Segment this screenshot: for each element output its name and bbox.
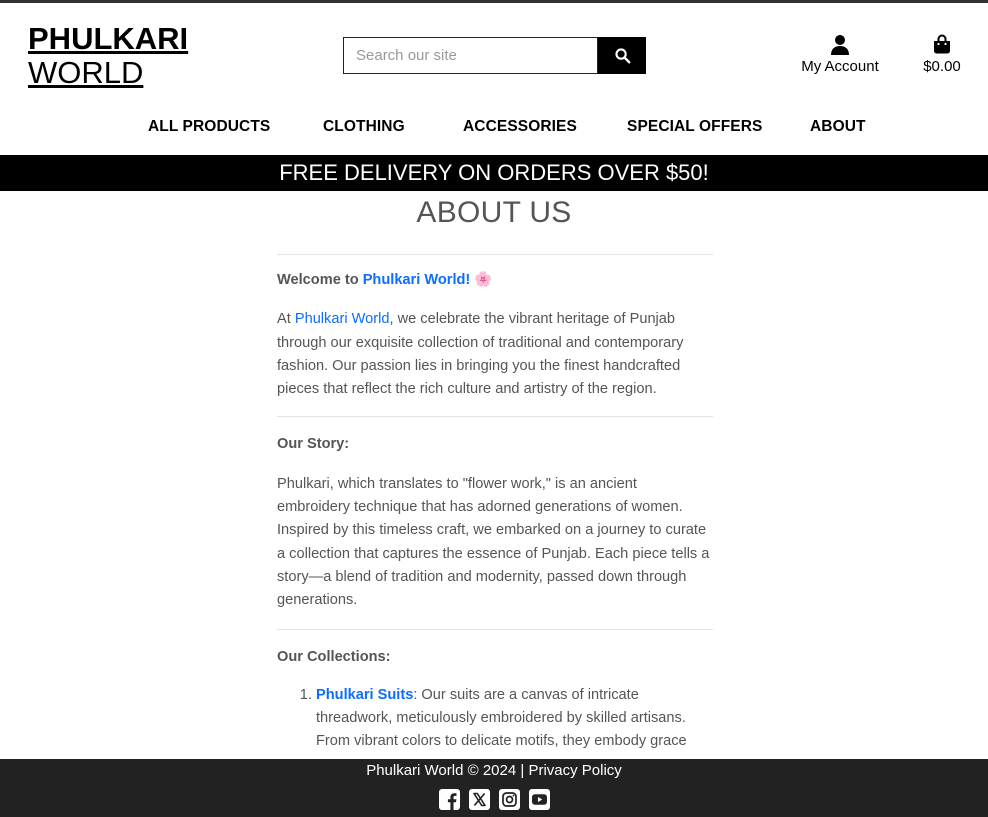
free-delivery-banner: FREE DELIVERY ON ORDERS OVER $50! [0,155,988,191]
logo-line-1: PHULKARI [28,21,189,56]
youtube-icon[interactable] [528,789,550,810]
welcome-prefix: Welcome to [277,272,363,288]
page-title: ABOUT US [416,196,572,229]
search-button[interactable] [598,37,646,74]
footer-separator: | [516,762,529,779]
social-links [0,789,988,810]
search-input[interactable] [343,37,598,74]
intro-link[interactable]: Phulkari World [295,311,390,327]
collection-link[interactable]: Phulkari Suits [316,687,413,703]
intro-paragraph: At Phulkari World, we celebrate the vibr… [277,308,713,401]
top-border [0,0,988,3]
main-content: ABOUT US Welcome to Phulkari World! 🌸 At… [0,191,988,759]
search-icon [614,48,630,64]
flower-icon: 🌸 [474,272,493,288]
nav-accessories[interactable]: ACCESSORIES [463,118,577,136]
welcome-heading: Welcome to Phulkari World! 🌸 [277,269,713,292]
site-logo[interactable]: PHULKARI WORLD [28,22,188,90]
nav-special-offers[interactable]: SPECIAL OFFERS [627,118,762,136]
welcome-link[interactable]: Phulkari World! [363,272,471,288]
x-twitter-icon[interactable] [468,789,490,810]
cart-total: $0.00 [923,58,961,75]
privacy-policy-link[interactable]: Privacy Policy [528,762,621,779]
story-paragraph: Phulkari, which translates to "flower wo… [277,475,710,609]
user-icon [792,34,888,56]
facebook-icon[interactable] [438,789,460,810]
intro-prefix: At [277,311,295,328]
divider [277,628,713,630]
nav-about[interactable]: ABOUT [810,118,866,136]
list-item: Phulkari Suits: Our suits are a canvas o… [316,684,713,754]
logo-line-2: WORLD [28,55,144,90]
nav-all-products[interactable]: ALL PRODUCTS [148,118,270,136]
main-nav: ALL PRODUCTS CLOTHING ACCESSORIES SPECIA… [0,118,988,140]
collections-heading: Our Collections: [277,648,391,665]
my-account-label: My Account [801,58,879,75]
collections-list: Phulkari Suits: Our suits are a canvas o… [277,684,713,754]
my-account-link[interactable]: My Account [792,34,888,75]
divider [277,416,713,418]
story-heading: Our Story: [277,436,350,453]
shopping-bag-link[interactable]: $0.00 [916,34,968,75]
copyright-text: Phulkari World © 2024 [366,762,517,779]
footer-line: Phulkari World © 2024 | Privacy Policy [0,760,988,782]
shopping-bag-icon [916,34,968,56]
nav-clothing[interactable]: CLOTHING [323,118,405,136]
instagram-icon[interactable] [498,789,520,810]
site-footer: Phulkari World © 2024 | Privacy Policy [0,759,988,817]
about-article: Welcome to Phulkari World! 🌸 At Phulkari… [277,254,713,754]
search-form [343,37,646,74]
